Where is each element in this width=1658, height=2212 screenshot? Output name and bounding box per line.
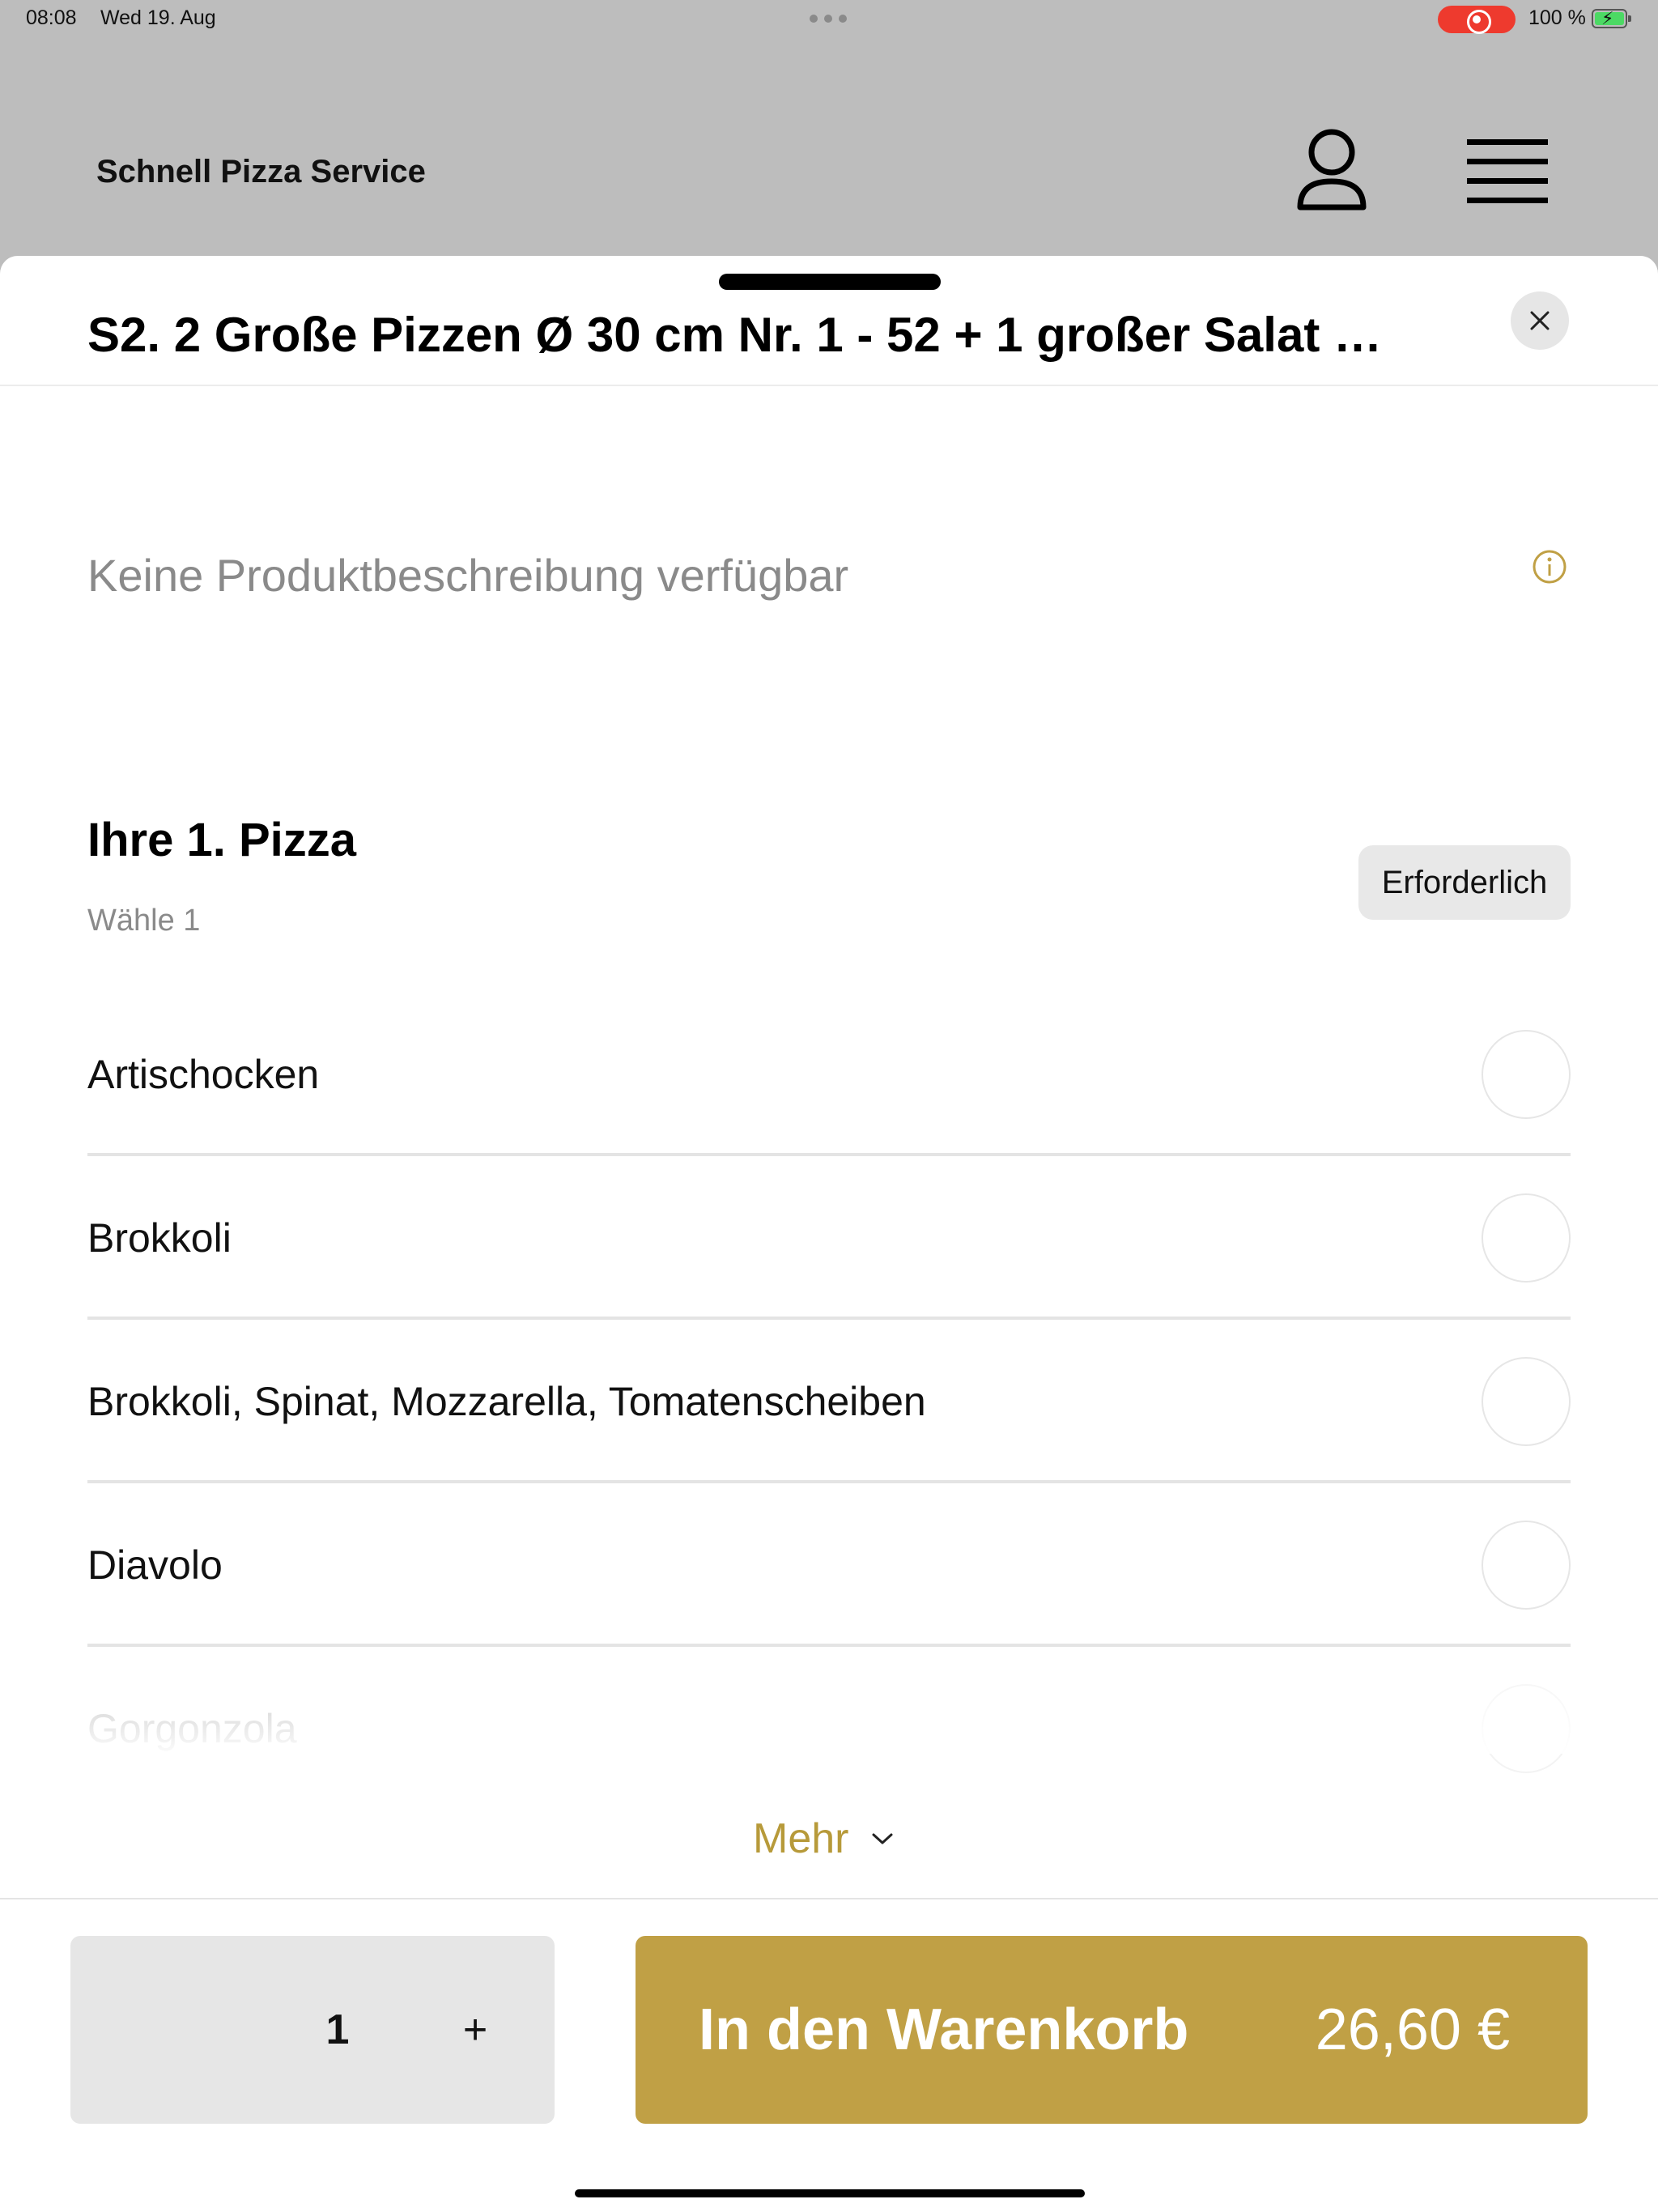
section-subtitle: Wähle 1	[87, 904, 201, 938]
close-icon	[1530, 311, 1550, 330]
option-row[interactable]: Artischocken	[87, 993, 1571, 1156]
home-indicator[interactable]	[575, 2189, 1085, 2197]
cart-price: 26,60 €	[1315, 1997, 1510, 2062]
option-radio[interactable]	[1482, 1030, 1571, 1119]
quantity-value: 1	[325, 2006, 350, 2053]
more-button[interactable]: Mehr	[753, 1810, 894, 1867]
product-description: Keine Produktbeschreibung verfügbar	[87, 550, 849, 601]
chevron-down-icon	[872, 1833, 893, 1844]
brand-name[interactable]: Schnell Pizza Service	[96, 154, 426, 190]
close-button[interactable]	[1511, 291, 1569, 350]
quantity-stepper: 1 +	[70, 1936, 555, 2124]
option-label: Brokkoli	[87, 1215, 232, 1261]
section-title: Ihre 1. Pizza	[87, 814, 357, 866]
status-bar: 08:08 Wed 19. Aug 100 % ⚡	[0, 0, 1658, 39]
status-date: Wed 19. Aug	[100, 6, 216, 29]
more-label: Mehr	[753, 1815, 849, 1862]
status-time: 08:08	[26, 6, 77, 29]
title-divider	[0, 385, 1658, 386]
option-row[interactable]: Brokkoli	[87, 1156, 1571, 1320]
option-radio[interactable]	[1482, 1357, 1571, 1446]
battery-percent: 100 %	[1528, 6, 1586, 29]
option-label: Diavolo	[87, 1542, 223, 1588]
multitasking-dots-icon[interactable]	[810, 15, 847, 23]
add-to-cart-button[interactable]: In den Warenkorb 26,60 €	[636, 1936, 1588, 2124]
menu-icon[interactable]	[1467, 136, 1548, 206]
info-icon[interactable]	[1532, 549, 1567, 585]
product-title: S2. 2 Große Pizzen Ø 30 cm Nr. 1 - 52 + …	[87, 308, 1407, 362]
option-radio[interactable]	[1482, 1521, 1571, 1610]
charging-bolt-icon: ⚡	[1601, 8, 1614, 28]
user-icon[interactable]	[1295, 126, 1368, 215]
option-row[interactable]: Brokkoli, Spinat, Mozzarella, Tomatensch…	[87, 1320, 1571, 1483]
quantity-plus-button[interactable]: +	[443, 1936, 508, 2124]
option-radio[interactable]	[1482, 1193, 1571, 1283]
add-to-cart-label: In den Warenkorb	[699, 1997, 1189, 2062]
option-label: Brokkoli, Spinat, Mozzarella, Tomatensch…	[87, 1379, 926, 1424]
option-label: Artischocken	[87, 1052, 320, 1097]
list-fade	[0, 1648, 1658, 1754]
required-badge: Erforderlich	[1358, 845, 1571, 920]
option-row[interactable]: Diavolo	[87, 1483, 1571, 1647]
screen-recording-icon[interactable]	[1438, 6, 1516, 34]
product-sheet: S2. 2 Große Pizzen Ø 30 cm Nr. 1 - 52 + …	[0, 256, 1658, 2212]
footer-divider	[0, 1898, 1658, 1899]
sheet-grabber[interactable]	[719, 274, 941, 290]
